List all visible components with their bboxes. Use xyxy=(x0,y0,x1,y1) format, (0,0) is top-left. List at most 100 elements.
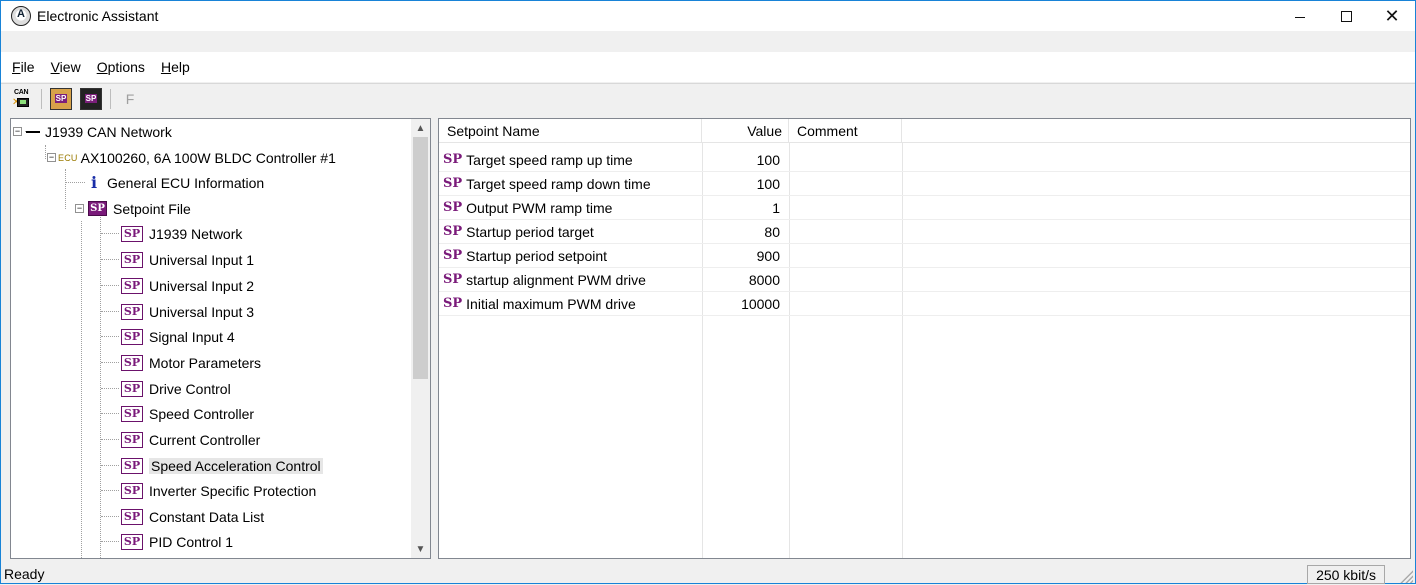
table-row[interactable]: SP Output PWM ramp time 1 xyxy=(439,196,1410,220)
tree-item[interactable]: SP Motor Parameters xyxy=(101,350,261,375)
can-icon: CAN xyxy=(14,88,29,96)
flash-button[interactable]: F xyxy=(119,88,141,110)
column-header-empty xyxy=(902,119,1410,143)
tree-item[interactable]: SP Drive Control xyxy=(101,376,231,401)
minimize-button[interactable] xyxy=(1277,1,1323,31)
setpoint-value[interactable]: 10000 xyxy=(702,296,789,312)
app-logo-icon xyxy=(11,6,31,26)
tree-label: J1939 CAN Network xyxy=(45,123,172,140)
close-button[interactable]: ✕ xyxy=(1369,1,1415,31)
menu-bar: File View Options Help xyxy=(1,52,1415,82)
tree-node-setpoint-file[interactable]: − SP Setpoint File xyxy=(75,196,191,221)
setpoint-value[interactable]: 1 xyxy=(702,200,789,216)
scrollbar-thumb[interactable] xyxy=(413,137,428,379)
setpoint-icon: SP xyxy=(121,354,143,371)
setpoint-name: Initial maximum PWM drive xyxy=(466,295,636,312)
setpoint-icon: SP xyxy=(443,248,463,263)
setpoint-file-icon: SP xyxy=(88,201,107,216)
tree-scrollbar[interactable]: ▲ ▼ xyxy=(411,119,430,558)
setpoint-name-cell: SP Startup period setpoint xyxy=(439,248,702,264)
tree-connector xyxy=(101,490,119,491)
setpoint-icon: SP xyxy=(121,431,143,448)
tree-connector xyxy=(101,336,119,337)
menu-view[interactable]: View xyxy=(51,59,81,75)
status-text: Ready xyxy=(4,566,45,582)
tree-item[interactable]: SP Universal Input 1 xyxy=(101,247,254,272)
resize-grip-icon[interactable] xyxy=(1399,569,1413,583)
setpoint-icon: SP xyxy=(443,200,463,215)
setpoint-icon: SP xyxy=(121,508,143,525)
setpoint-name-cell: SP startup alignment PWM drive xyxy=(439,272,702,288)
tree-connector xyxy=(101,362,119,363)
menu-file[interactable]: File xyxy=(12,59,35,75)
maximize-button[interactable] xyxy=(1323,1,1369,31)
setpoint-value[interactable]: 8000 xyxy=(702,272,789,288)
setpoint-value[interactable]: 100 xyxy=(702,152,789,168)
tree-connector xyxy=(45,145,46,159)
column-header-comment[interactable]: Comment xyxy=(789,119,902,143)
connect-can-button[interactable]: CAN ✕ xyxy=(11,88,33,110)
collapse-icon[interactable]: − xyxy=(47,153,56,162)
setpoint-icon: SP xyxy=(121,380,143,397)
table-row[interactable]: SP Initial maximum PWM drive 10000 xyxy=(439,292,1410,316)
tree-item[interactable]: SP Current Controller xyxy=(101,427,260,452)
window-title: Electronic Assistant xyxy=(37,8,159,24)
tree-node-ecu[interactable]: − ECU AX100260, 6A 100W BLDC Controller … xyxy=(47,145,336,170)
network-icon xyxy=(26,130,40,133)
setpoint-name: Output PWM ramp time xyxy=(466,199,613,216)
table-row[interactable]: SP startup alignment PWM drive 8000 xyxy=(439,268,1410,292)
info-icon: i xyxy=(90,173,98,192)
tree-item-selected[interactable]: SP Speed Acceleration Control xyxy=(101,453,323,478)
title-bar[interactable]: Electronic Assistant ✕ xyxy=(1,1,1415,31)
tree-label: PID Control 1 xyxy=(149,533,234,550)
tree-node-general-info[interactable]: i General ECU Information xyxy=(87,170,264,195)
scroll-down-icon[interactable]: ▼ xyxy=(411,540,430,558)
tree-item[interactable]: SP Inverter Specific Protection xyxy=(101,478,316,503)
tree-item[interactable]: SP Signal Input 4 xyxy=(101,324,235,349)
setpoint-icon: SP xyxy=(443,296,463,311)
setpoint-icon: SP xyxy=(443,272,463,287)
tree-item[interactable]: SP Universal Input 3 xyxy=(101,299,254,324)
column-header-name[interactable]: Setpoint Name xyxy=(439,119,702,143)
baud-rate-indicator: 250 kbit/s xyxy=(1307,565,1385,584)
tree-label: Speed Acceleration Control xyxy=(149,457,323,474)
tree-item[interactable]: SP Universal Input 2 xyxy=(101,273,254,298)
setpoint-icon: SP xyxy=(443,176,463,191)
setpoint-icon: SP xyxy=(121,328,143,345)
table-row[interactable]: SP Startup period target 80 xyxy=(439,220,1410,244)
save-setpoint-icon: SP xyxy=(84,94,98,103)
menu-help[interactable]: Help xyxy=(161,59,190,75)
collapse-icon[interactable]: − xyxy=(13,127,22,136)
open-setpoint-file-button[interactable]: SP xyxy=(50,87,72,110)
tree-item[interactable]: SP J1939 Network xyxy=(101,221,242,246)
table-row[interactable]: SP Startup period setpoint 900 xyxy=(439,244,1410,268)
minimize-icon xyxy=(1295,16,1305,18)
collapse-icon[interactable]: − xyxy=(75,204,84,213)
scroll-up-icon[interactable]: ▲ xyxy=(411,119,430,137)
table-row[interactable]: SP Target speed ramp up time 100 xyxy=(439,148,1410,172)
tree-node-network[interactable]: − J1939 CAN Network xyxy=(13,119,172,144)
setpoint-icon: SP xyxy=(121,457,143,474)
tree-label: Inverter Specific Protection xyxy=(149,482,317,499)
tree-label: Constant Data List xyxy=(149,508,265,525)
tree-label: Speed Controller xyxy=(149,405,255,422)
tree-connector xyxy=(101,413,119,414)
toolbar: CAN ✕ SP SP F xyxy=(1,83,1415,113)
column-header-value[interactable]: Value xyxy=(702,119,789,143)
menu-options[interactable]: Options xyxy=(97,59,145,75)
setpoint-list[interactable]: Setpoint Name Value Comment SP Target spe… xyxy=(438,118,1411,559)
tree-item[interactable]: SP Constant Data List xyxy=(101,504,264,529)
open-setpoint-icon: SP xyxy=(54,94,68,103)
setpoint-value[interactable]: 100 xyxy=(702,176,789,192)
setpoint-icon: SP xyxy=(121,482,143,499)
tree-connector xyxy=(101,233,119,234)
ecu-icon: ECU xyxy=(58,152,78,163)
setpoint-value[interactable]: 80 xyxy=(702,224,789,240)
tree-item[interactable]: SP Speed Controller xyxy=(101,401,254,426)
table-row[interactable]: SP Target speed ramp down time 100 xyxy=(439,172,1410,196)
tree-view[interactable]: − J1939 CAN Network − ECU AX100260, 6A 1… xyxy=(10,118,431,559)
setpoint-value[interactable]: 900 xyxy=(702,248,789,264)
tree-item[interactable]: SP PID Control 1 xyxy=(101,529,233,554)
save-setpoint-file-button[interactable]: SP xyxy=(80,87,102,110)
setpoint-icon: SP xyxy=(121,277,143,294)
